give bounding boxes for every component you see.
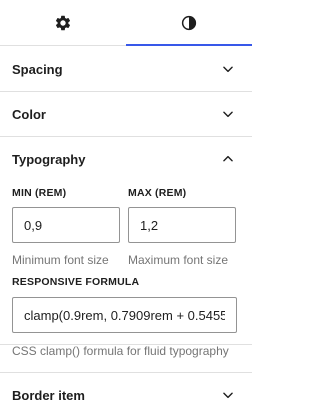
max-font-size-input[interactable] bbox=[128, 207, 236, 243]
spacing-panel: Spacing bbox=[0, 47, 252, 92]
spacing-title: Spacing bbox=[12, 61, 63, 77]
border-item-toggle[interactable]: Border item bbox=[0, 373, 252, 416]
formula-label: RESPONSIVE FORMULA bbox=[12, 276, 140, 288]
min-font-size-input[interactable] bbox=[12, 207, 120, 243]
inspector-tabs bbox=[0, 0, 252, 46]
chevron-down-icon bbox=[216, 383, 240, 407]
color-title: Color bbox=[12, 106, 46, 122]
min-label: MIN (REM) bbox=[12, 187, 67, 199]
responsive-formula-input[interactable] bbox=[12, 297, 237, 333]
min-help-text: Minimum font size bbox=[12, 253, 109, 267]
border-item-panel: Border item bbox=[0, 372, 252, 416]
max-help-text: Maximum font size bbox=[128, 253, 229, 267]
chevron-up-icon bbox=[216, 147, 240, 171]
color-panel: Color bbox=[0, 92, 252, 137]
formula-help-text: CSS clamp() formula for fluid typography bbox=[12, 344, 229, 358]
color-toggle[interactable]: Color bbox=[0, 92, 252, 136]
border-item-title: Border item bbox=[12, 387, 85, 403]
typography-toggle[interactable]: Typography bbox=[0, 137, 252, 181]
spacing-toggle[interactable]: Spacing bbox=[0, 47, 252, 91]
chevron-down-icon bbox=[216, 57, 240, 81]
tab-settings[interactable] bbox=[0, 0, 126, 45]
contrast-icon bbox=[181, 15, 197, 30]
max-label: MAX (REM) bbox=[128, 187, 187, 199]
tab-styles[interactable] bbox=[126, 0, 252, 46]
chevron-down-icon bbox=[216, 102, 240, 126]
typography-title: Typography bbox=[12, 151, 86, 167]
gear-icon bbox=[55, 15, 71, 30]
